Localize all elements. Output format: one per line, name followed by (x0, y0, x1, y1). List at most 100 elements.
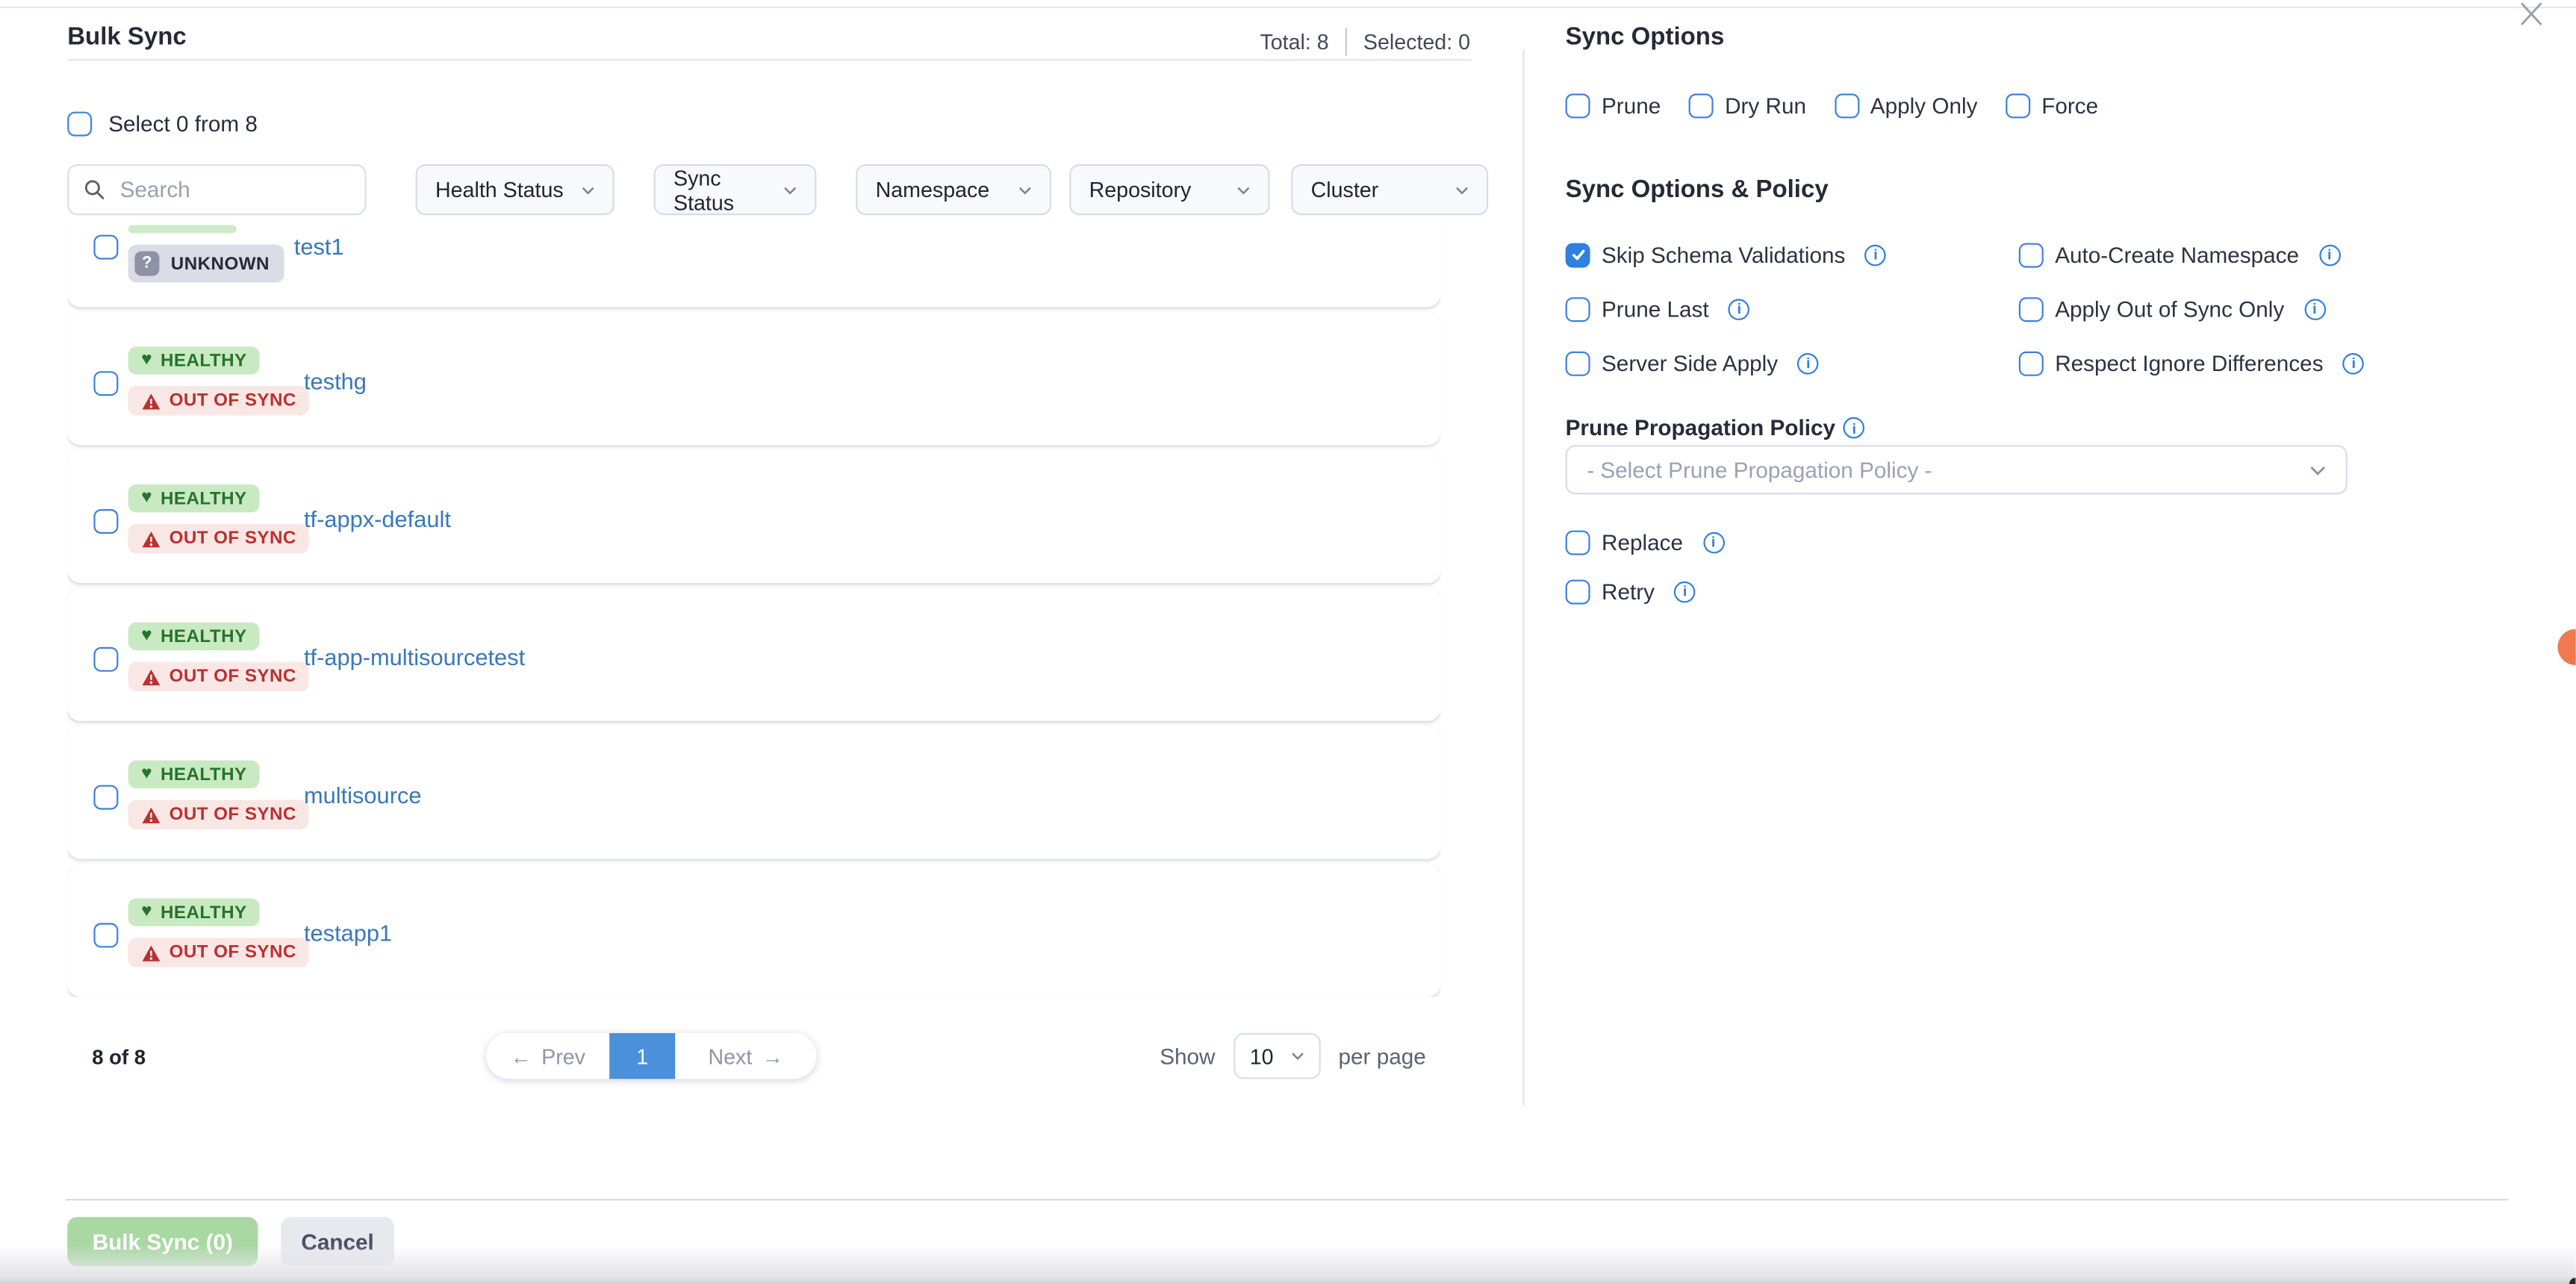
app-link[interactable]: tf-appx-default (304, 506, 451, 532)
select-all-checkbox[interactable] (67, 112, 92, 137)
info-icon[interactable]: i (1797, 352, 1819, 374)
sync-status-badge: OUT OF SYNC (128, 938, 310, 967)
apply-out-of-sync-only-checkbox[interactable] (2019, 296, 2044, 321)
search-input[interactable] (116, 175, 349, 203)
info-icon[interactable]: i (1674, 581, 1696, 602)
filter-cluster[interactable]: Cluster (1291, 164, 1488, 215)
flag-label: Apply Only (1870, 93, 1978, 118)
next-page-button[interactable]: Next → (675, 1033, 816, 1079)
respect-ignore-differences-checkbox[interactable] (2019, 351, 2044, 375)
heart-icon: ♥ (141, 490, 152, 508)
row-checkbox[interactable] (93, 923, 118, 947)
close-icon[interactable] (2519, 1, 2545, 26)
floating-notification-dot[interactable] (2557, 629, 2575, 665)
list-item: ♥ HEALTHY OUT OF SYNC tf-appx-default (67, 450, 1440, 583)
flag-force: Force (2006, 93, 2098, 118)
sync-status-badge: OUT OF SYNC (128, 800, 310, 829)
check-icon (1569, 246, 1586, 263)
health-status-badge: ♥ HEALTHY (128, 623, 261, 650)
sync-options-heading: Sync Options (1566, 23, 1725, 51)
flag-label: Dry Run (1725, 93, 1806, 118)
dry-run-checkbox[interactable] (1689, 93, 1714, 118)
corner-artifact (2569, 1278, 2576, 1284)
badge-label: OUT OF SYNC (169, 943, 296, 962)
app-link[interactable]: tf-app-multisourcetest (304, 643, 525, 670)
sync-flags: Prune Dry Run Apply Only Force (1566, 93, 2099, 118)
sync-status-badge: OUT OF SYNC (128, 662, 310, 692)
option-auto-create-namespace: Auto-Create Namespace i (2019, 241, 2340, 267)
app-link[interactable]: testapp1 (304, 920, 392, 946)
warning-icon (141, 667, 161, 685)
row-checkbox[interactable] (93, 235, 118, 260)
option-label: Respect Ignore Differences (2055, 351, 2323, 375)
info-icon[interactable]: i (1865, 244, 1887, 266)
prune-propagation-policy-select[interactable]: - Select Prune Propagation Policy - (1566, 445, 2348, 494)
info-icon[interactable]: i (2318, 244, 2340, 266)
info-icon[interactable]: i (1702, 532, 1724, 553)
option-server-side-apply: Server Side Apply i (1566, 350, 1819, 376)
badge-label: OUT OF SYNC (169, 667, 296, 686)
info-icon[interactable]: i (2343, 352, 2365, 374)
option-label: Prune Last (1602, 296, 1709, 321)
prune-last-checkbox[interactable] (1566, 296, 1590, 321)
filter-repository[interactable]: Repository (1069, 164, 1269, 215)
filter-label: Namespace (876, 178, 990, 202)
health-status-badge: ♥ HEALTHY (128, 484, 261, 512)
chevron-down-icon (582, 183, 595, 196)
warning-icon (141, 392, 161, 410)
flag-dry-run: Dry Run (1689, 93, 1806, 118)
replace-checkbox[interactable] (1566, 530, 1590, 555)
badge-label: HEALTHY (161, 764, 247, 784)
badge-label: HEALTHY (161, 626, 247, 646)
per-page-label: per page (1339, 1044, 1426, 1068)
row-checkbox[interactable] (93, 647, 118, 672)
page-size-select[interactable]: 10 (1233, 1033, 1321, 1079)
current-page-button[interactable]: 1 (609, 1033, 675, 1079)
question-icon: ? (134, 252, 159, 276)
auto-create-namespace-checkbox[interactable] (2019, 243, 2044, 267)
app-link[interactable]: test1 (294, 233, 344, 259)
filter-sync-status[interactable]: Sync Status (654, 164, 817, 215)
info-icon[interactable]: i (2304, 298, 2326, 320)
chevron-down-icon (783, 183, 797, 196)
select-all-label: Select 0 from 8 (108, 112, 258, 137)
filter-health-status[interactable]: Health Status (416, 164, 615, 215)
heart-icon: ♥ (141, 765, 152, 783)
bulk-sync-dialog: Bulk Sync Total: 8 Selected: 0 Select 0 … (0, 0, 2576, 1284)
filter-label: Repository (1089, 178, 1192, 202)
retry-checkbox[interactable] (1566, 579, 1590, 604)
list-item: ♥ HEALTHY OUT OF SYNC multisource (67, 726, 1440, 858)
app-list: ? UNKNOWN test1 ♥ HEALTHY OUT OF SYNC te… (67, 225, 1440, 997)
chevron-down-icon (1018, 183, 1032, 196)
filter-namespace[interactable]: Namespace (856, 164, 1051, 215)
skip-schema-validations-checkbox[interactable] (1566, 243, 1590, 267)
list-item: ♥ HEALTHY OUT OF SYNC testhg (67, 312, 1440, 445)
bulk-sync-button[interactable]: Bulk Sync (0) (67, 1217, 258, 1266)
flag-prune: Prune (1566, 93, 1661, 118)
row-checkbox[interactable] (93, 371, 118, 396)
filter-label: Health Status (435, 178, 564, 202)
row-checkbox[interactable] (93, 785, 118, 810)
server-side-apply-checkbox[interactable] (1566, 351, 1590, 375)
badge-label: HEALTHY (161, 351, 247, 370)
prev-page-button[interactable]: ← Prev (486, 1033, 609, 1079)
footer-divider (66, 1199, 2508, 1200)
force-checkbox[interactable] (2006, 93, 2030, 118)
apply-only-checkbox[interactable] (1834, 93, 1858, 118)
option-prune-last: Prune Last i (1566, 296, 1750, 322)
show-label: Show (1160, 1044, 1215, 1068)
option-label: Replace (1602, 530, 1683, 555)
flag-apply-only: Apply Only (1834, 93, 1977, 118)
search-icon (84, 179, 105, 201)
info-icon[interactable]: i (1729, 298, 1750, 320)
header-divider (67, 59, 1472, 60)
row-checkbox[interactable] (93, 509, 118, 534)
filter-label: Cluster (1311, 178, 1379, 202)
sync-status-badge: OUT OF SYNC (128, 386, 310, 416)
app-link[interactable]: multisource (304, 782, 422, 808)
prune-checkbox[interactable] (1566, 93, 1590, 118)
info-icon[interactable]: i (1844, 417, 1865, 439)
flag-label: Force (2041, 93, 2098, 118)
cancel-button[interactable]: Cancel (281, 1217, 394, 1266)
app-link[interactable]: testhg (304, 368, 367, 394)
